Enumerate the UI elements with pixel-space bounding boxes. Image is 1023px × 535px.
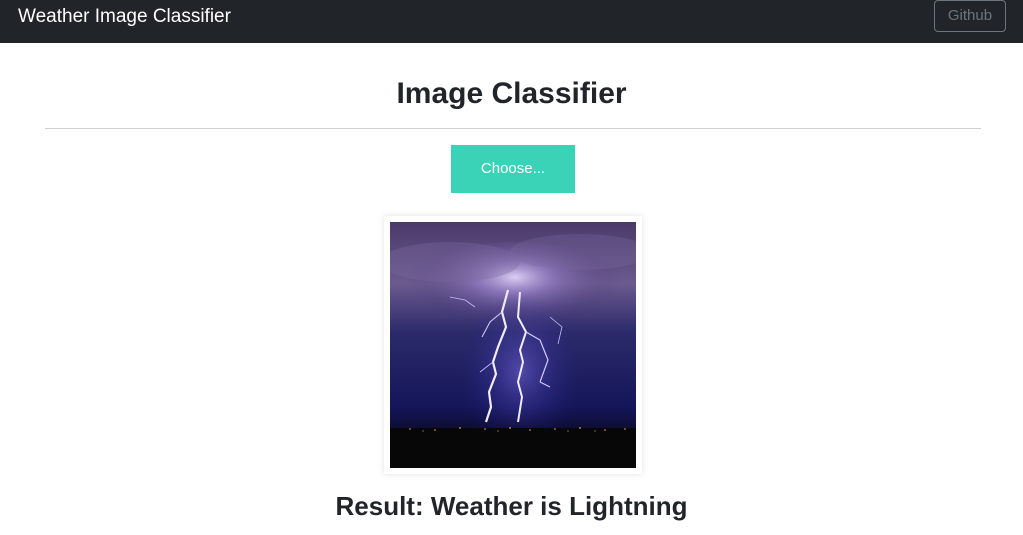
- divider: [45, 128, 981, 129]
- navbar: Weather Image Classifier Github: [0, 0, 1023, 43]
- choose-file-button[interactable]: Choose...: [451, 145, 575, 193]
- uploaded-image-frame: [384, 216, 642, 474]
- lightning-image: [390, 222, 636, 468]
- brand-link[interactable]: Weather Image Classifier: [18, 6, 231, 28]
- result-text: Result: Weather is Lightning: [335, 491, 688, 521]
- page-title: Image Classifier: [396, 77, 627, 110]
- github-button[interactable]: Github: [934, 0, 1006, 32]
